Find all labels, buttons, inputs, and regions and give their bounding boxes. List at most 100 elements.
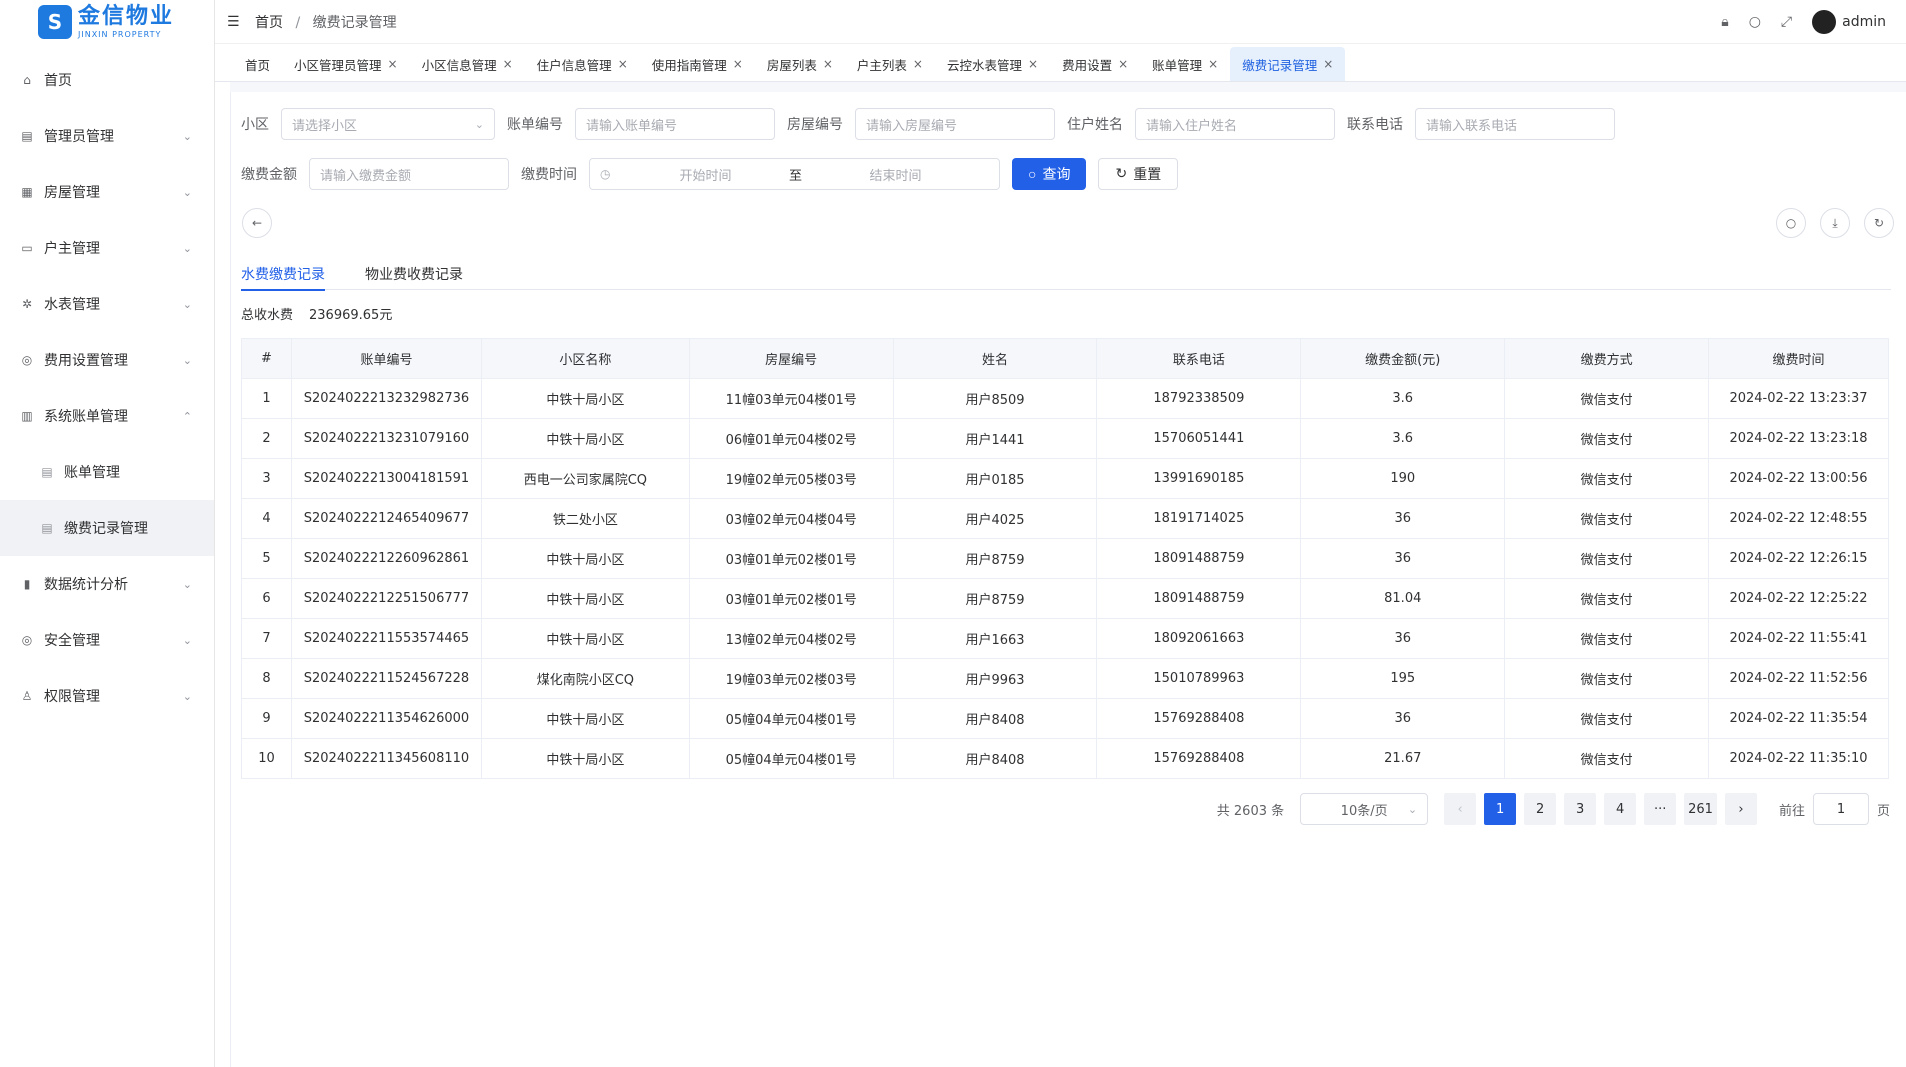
table-row[interactable]: 9 S2024022211354626000 中铁十局小区 05幢04单元04楼01号… bbox=[241, 698, 1889, 739]
download-button[interactable]: ⤓ bbox=[1820, 208, 1850, 238]
next-page-button[interactable]: › bbox=[1724, 793, 1757, 825]
sidebar-subitem-0[interactable]: ▤ 账单管理 bbox=[0, 444, 214, 500]
sidebar-item-5[interactable]: ◎ 费用设置管理 ⌄ bbox=[0, 332, 214, 388]
table-row[interactable]: 5 S2024022212260962861 中铁十局小区 03幢01单元02楼01号… bbox=[241, 538, 1889, 579]
house-no-input[interactable]: 请输入房屋编号 bbox=[855, 108, 1055, 140]
sidebar-item-2[interactable]: ▦ 房屋管理 ⌄ bbox=[0, 164, 214, 220]
close-icon[interactable]: × bbox=[503, 57, 513, 71]
refresh-button[interactable]: ↻ bbox=[1864, 208, 1894, 238]
fullscreen-icon[interactable]: ⤢ bbox=[1781, 14, 1792, 30]
close-icon[interactable]: × bbox=[733, 57, 743, 71]
chevron-icon: ⌄ bbox=[182, 633, 192, 647]
tab-label: 首页 bbox=[245, 57, 271, 73]
table-cell: 2024-02-22 12:48:55 bbox=[1708, 498, 1889, 539]
page-2[interactable]: 2 bbox=[1524, 793, 1557, 825]
time-end[interactable]: 结束时间 bbox=[820, 165, 970, 184]
tab-8[interactable]: 费用设置 × bbox=[1050, 47, 1140, 81]
page-3[interactable]: 3 bbox=[1564, 793, 1597, 825]
column-header: 缴费金额(元) bbox=[1300, 338, 1506, 379]
table-cell: 用户8509 bbox=[892, 378, 1098, 419]
sidebar-subitem-1[interactable]: ▤ 缴费记录管理 bbox=[0, 500, 214, 556]
user-menu[interactable]: admin bbox=[1812, 10, 1886, 34]
table-cell: 13991690185 bbox=[1096, 458, 1302, 499]
breadcrumb-home[interactable]: 首页 bbox=[255, 15, 283, 31]
tab-4[interactable]: 使用指南管理 × bbox=[640, 47, 755, 81]
filter-row-1: 小区 请选择小区 ⌄ 账单编号 请输入账单编号 房屋编号 请输入房屋编号 住户姓… bbox=[241, 108, 1615, 140]
page-1[interactable]: 1 bbox=[1484, 793, 1517, 825]
sidebar-item-3[interactable]: ▭ 户主管理 ⌄ bbox=[0, 220, 214, 276]
sidebar-item-0[interactable]: ⌂ 首页 bbox=[0, 52, 214, 108]
table-cell: 用户8408 bbox=[892, 738, 1098, 779]
goto-input[interactable]: 1 bbox=[1812, 793, 1869, 825]
community-placeholder: 请选择小区 bbox=[292, 118, 358, 134]
table-cell: S2024022211354626000 bbox=[290, 698, 482, 739]
close-icon[interactable]: × bbox=[1118, 57, 1128, 71]
close-icon[interactable]: × bbox=[913, 57, 923, 71]
sidebar-item-after-0[interactable]: ▮ 数据统计分析 ⌄ bbox=[0, 556, 214, 612]
time-start[interactable]: 开始时间 bbox=[640, 165, 770, 184]
tab-10[interactable]: 缴费记录管理 × bbox=[1230, 47, 1346, 81]
page-4[interactable]: 4 bbox=[1604, 793, 1637, 825]
query-button[interactable]: ○ 查询 bbox=[1012, 158, 1087, 190]
tab-2[interactable]: 小区信息管理 × bbox=[410, 47, 525, 81]
table-row[interactable]: 2 S2024022213231079160 中铁十局小区 06幢01单元04楼02号… bbox=[241, 418, 1889, 459]
phone-input[interactable]: 请输入联系电话 bbox=[1415, 108, 1615, 140]
tab-9[interactable]: 账单管理 × bbox=[1140, 47, 1230, 81]
menu-toggle-icon[interactable]: ☰ bbox=[227, 14, 243, 30]
table-cell: 19幢03单元02楼03号 bbox=[688, 658, 894, 699]
lock-icon[interactable]: 🔒︎ bbox=[1721, 14, 1728, 30]
close-icon[interactable]: × bbox=[1208, 57, 1218, 71]
tab-label: 云控水表管理 bbox=[946, 57, 1022, 73]
sidebar-item-label: 安全管理 bbox=[44, 633, 100, 649]
tab-1[interactable]: 小区管理员管理 × bbox=[282, 47, 410, 81]
page-size-select[interactable]: 10条/页 ⌄ bbox=[1300, 793, 1429, 825]
tab-water-records[interactable]: 水费缴费记录 bbox=[241, 258, 325, 291]
sidebar-item-after-2[interactable]: ♙ 权限管理 ⌄ bbox=[0, 668, 214, 724]
table-cell: 4 bbox=[241, 498, 292, 539]
table-row[interactable]: 7 S2024022211553574465 中铁十局小区 13幢02单元04楼02号… bbox=[241, 618, 1889, 659]
column-header: 缴费时间 bbox=[1708, 338, 1889, 379]
table-row[interactable]: 1 S2024022213232982736 中铁十局小区 11幢03单元04楼01号… bbox=[241, 378, 1889, 419]
prev-page-button[interactable]: ‹ bbox=[1444, 793, 1477, 825]
time-range-picker[interactable]: ◷ 开始时间 至 结束时间 bbox=[589, 158, 1000, 190]
close-icon[interactable]: × bbox=[618, 57, 628, 71]
table-row[interactable]: 10 S2024022211345608110 中铁十局小区 05幢04单元04楼01… bbox=[241, 738, 1889, 779]
tab-7[interactable]: 云控水表管理 × bbox=[935, 47, 1050, 81]
sidebar-item-1[interactable]: ▤ 管理员管理 ⌄ bbox=[0, 108, 214, 164]
amount-input[interactable]: 请输入缴费金额 bbox=[309, 158, 509, 190]
close-icon[interactable]: × bbox=[1323, 57, 1333, 71]
tab-0[interactable]: 首页 bbox=[233, 47, 282, 81]
table-cell: S2024022211524567228 bbox=[290, 658, 482, 699]
table-row[interactable]: 3 S2024022213004181591 西电一公司家属院CQ 19幢02单元05… bbox=[241, 458, 1889, 499]
reset-button[interactable]: ↻ 重置 bbox=[1098, 158, 1179, 190]
search-icon[interactable]: ○ bbox=[1749, 14, 1761, 30]
house-no-label: 房屋编号 bbox=[787, 117, 843, 133]
back-button[interactable]: ← bbox=[242, 208, 272, 238]
sidebar-item-after-1[interactable]: ◎ 安全管理 ⌄ bbox=[0, 612, 214, 668]
tab-6[interactable]: 户主列表 × bbox=[845, 47, 935, 81]
resident-input[interactable]: 请输入住户姓名 bbox=[1135, 108, 1335, 140]
bill-no-input[interactable]: 请输入账单编号 bbox=[575, 108, 775, 140]
search-toggle-button[interactable]: ○ bbox=[1776, 208, 1806, 238]
table-cell: S2024022212260962861 bbox=[290, 538, 482, 579]
community-select[interactable]: 请选择小区 ⌄ bbox=[281, 108, 495, 140]
table-row[interactable]: 8 S2024022211524567228 煤化南院小区CQ 19幢03单元02楼0… bbox=[241, 658, 1889, 699]
sidebar-item-6[interactable]: ▥ 系统账单管理 ⌃ bbox=[0, 388, 214, 444]
pagination-total: 共 2603 条 bbox=[1216, 803, 1285, 819]
sidebar-item-4[interactable]: ✲ 水表管理 ⌄ bbox=[0, 276, 214, 332]
close-icon[interactable]: × bbox=[823, 57, 833, 71]
sidebar-subitem-label: 缴费记录管理 bbox=[64, 521, 148, 537]
tab-3[interactable]: 住户信息管理 × bbox=[525, 47, 640, 81]
logo[interactable]: S 金信物业 JINXIN PROPERTY bbox=[0, 0, 214, 44]
table-row[interactable]: 4 S2024022212465409677 铁二处小区 03幢02单元04楼04号用… bbox=[241, 498, 1889, 539]
table-cell: 36 bbox=[1300, 538, 1506, 579]
close-icon[interactable]: × bbox=[388, 57, 398, 71]
table-row[interactable]: 6 S2024022212251506777 中铁十局小区 03幢01单元02楼01号… bbox=[241, 578, 1889, 619]
page-ellipsis[interactable]: ··· bbox=[1644, 793, 1677, 825]
close-icon[interactable]: × bbox=[1028, 57, 1038, 71]
tab-label: 使用指南管理 bbox=[651, 57, 727, 73]
page-last[interactable]: 261 bbox=[1684, 793, 1717, 825]
tab-5[interactable]: 房屋列表 × bbox=[755, 47, 845, 81]
tab-property-records[interactable]: 物业费收费记录 bbox=[365, 258, 463, 290]
tab-label: 费用设置 bbox=[1062, 57, 1113, 73]
